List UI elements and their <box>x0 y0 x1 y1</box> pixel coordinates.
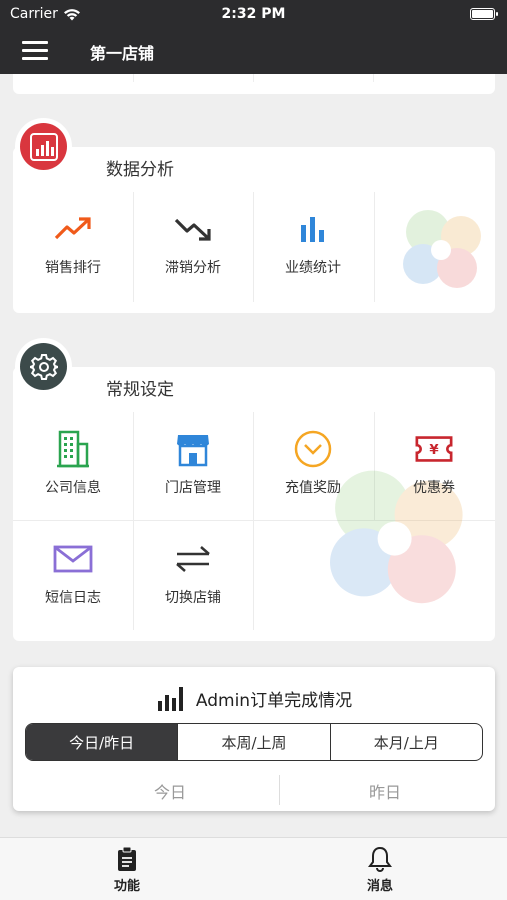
tab-today[interactable]: 今日 <box>154 779 186 803</box>
sales-ranking-label: 销售排行 <box>45 260 101 276</box>
data-analysis-badge <box>15 118 72 175</box>
previous-card-remnant <box>13 74 495 94</box>
coupon-icon: ¥ <box>414 429 454 469</box>
recharge-reward-item[interactable]: 充值奖励 <box>253 429 373 497</box>
tab-messages-label: 消息 <box>366 879 393 894</box>
performance-stats-label: 业绩统计 <box>285 260 341 276</box>
switch-store-item[interactable]: 切换店铺 <box>133 539 253 607</box>
segment-week[interactable]: 本周/上周 <box>178 724 331 760</box>
slow-sales-label: 滞销分析 <box>165 260 221 276</box>
data-analysis-card: 数据分析 销售排行 滞销分析 业绩统计 <box>13 147 495 313</box>
bottom-tab-bar: 功能 消息 <box>0 837 507 900</box>
recharge-reward-label: 充值奖励 <box>285 480 341 496</box>
tab-functions[interactable]: 功能 <box>97 846 157 894</box>
bell-icon <box>350 846 410 872</box>
gear-icon <box>20 343 67 390</box>
sales-ranking-item[interactable]: 销售排行 <box>13 209 133 277</box>
company-info-item[interactable]: 公司信息 <box>13 429 133 497</box>
order-completion-card: Admin订单完成情况 今日/昨日 本周/上周 本月/上月 今日 昨日 <box>13 667 495 811</box>
tab-yesterday[interactable]: 昨日 <box>369 779 401 803</box>
clover-watermark-icon <box>403 210 481 288</box>
general-settings-card: 常规设定 公司信息 门店管理 充值奖励 ¥ 优惠券 短信日志 切换店铺 <box>13 367 495 641</box>
tab-messages[interactable]: 消息 <box>350 846 410 894</box>
tab-functions-label: 功能 <box>113 879 140 894</box>
compare-tabs: 今日 昨日 <box>13 775 495 805</box>
order-completion-title: Admin订单完成情况 <box>195 690 353 711</box>
slow-sales-item[interactable]: 滞销分析 <box>133 209 253 277</box>
chevron-circle-icon <box>293 429 333 469</box>
data-analysis-title: 数据分析 <box>106 160 174 180</box>
sms-log-label: 短信日志 <box>45 590 101 606</box>
nav-bar: 第一店铺 <box>0 28 507 74</box>
page-title: 第一店铺 <box>90 44 155 63</box>
svg-text:¥: ¥ <box>429 443 439 458</box>
coupon-label: 优惠券 <box>413 480 455 496</box>
company-info-label: 公司信息 <box>45 480 101 496</box>
trending-up-icon <box>53 209 93 249</box>
switch-store-label: 切换店铺 <box>165 590 221 606</box>
bar-chart-icon <box>293 209 333 249</box>
building-icon <box>53 429 93 469</box>
period-segmented-control: 今日/昨日 本周/上周 本月/上月 <box>25 723 483 761</box>
swap-icon <box>173 539 213 579</box>
clipboard-icon <box>97 846 157 872</box>
general-settings-title: 常规设定 <box>106 380 174 400</box>
performance-stats-item[interactable]: 业绩统计 <box>253 209 373 277</box>
segment-today-yesterday[interactable]: 今日/昨日 <box>26 724 179 760</box>
battery-icon <box>470 8 498 20</box>
store-management-item[interactable]: 门店管理 <box>133 429 253 497</box>
bar-chart-icon <box>157 687 183 711</box>
trending-down-icon <box>173 209 213 249</box>
envelope-icon <box>53 539 93 579</box>
general-settings-badge <box>15 338 72 395</box>
coupon-item[interactable]: ¥ 优惠券 <box>374 429 494 497</box>
sms-log-item[interactable]: 短信日志 <box>13 539 133 607</box>
store-icon <box>173 429 213 469</box>
clock: 2:32 PM <box>221 6 286 22</box>
order-completion-header: Admin订单完成情况 <box>13 685 495 711</box>
store-management-label: 门店管理 <box>165 480 221 496</box>
segment-month[interactable]: 本月/上月 <box>331 724 482 760</box>
status-bar: Carrier 2:32 PM <box>0 0 507 28</box>
bar-chart-badge-icon <box>20 123 67 170</box>
hamburger-menu-icon[interactable] <box>22 41 48 61</box>
